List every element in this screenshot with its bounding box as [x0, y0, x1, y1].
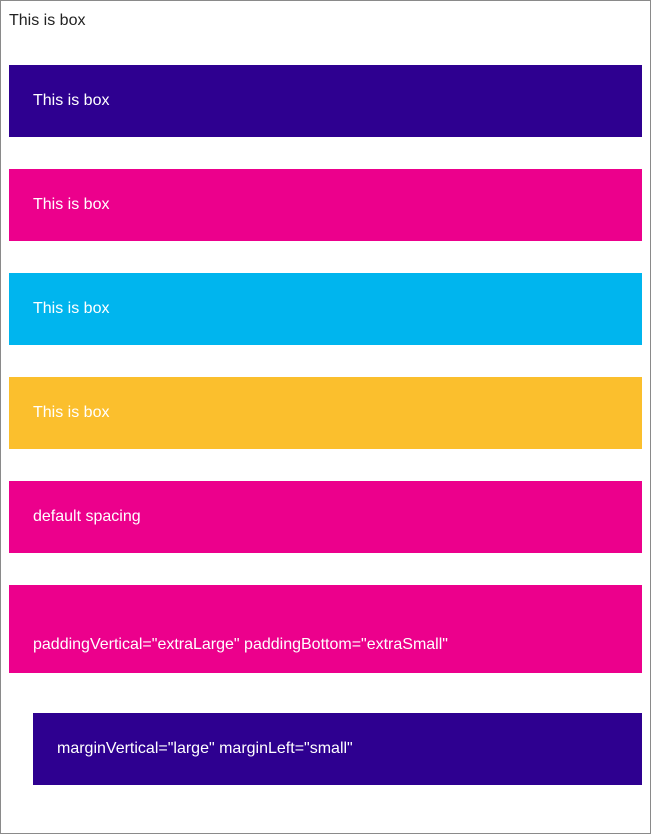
padding-example-label: paddingVertical="extraLarge" paddingBott…: [33, 636, 448, 653]
default-spacing-box: default spacing: [9, 481, 642, 553]
yellow-box: This is box: [9, 377, 642, 449]
cyan-box-label: This is box: [33, 300, 110, 317]
padding-example-box: paddingVertical="extraLarge" paddingBott…: [9, 585, 642, 673]
purple-box: This is box: [9, 65, 642, 137]
magenta-box: This is box: [9, 169, 642, 241]
yellow-box-label: This is box: [33, 404, 110, 421]
margin-example-box: marginVertical="large" marginLeft="small…: [33, 713, 642, 785]
plain-box: This is box: [9, 11, 85, 31]
magenta-box-label: This is box: [33, 196, 110, 213]
plain-box-label: This is box: [9, 12, 86, 29]
purple-box-label: This is box: [33, 92, 110, 109]
demo-frame: This is box This is box This is box This…: [0, 0, 651, 834]
margin-example-label: marginVertical="large" marginLeft="small…: [57, 740, 353, 757]
default-spacing-label: default spacing: [33, 508, 141, 525]
cyan-box: This is box: [9, 273, 642, 345]
